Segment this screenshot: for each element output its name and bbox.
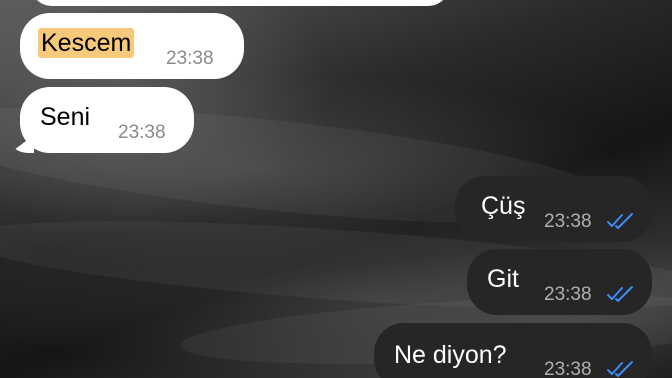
double-check-icon [607, 286, 633, 302]
message-time: 23:38 [118, 122, 166, 143]
message-text: Seni [40, 103, 91, 131]
message-bubble-outgoing[interactable]: Git 23:38 [467, 249, 652, 315]
message-bubble-incoming[interactable]: Kescem 23:38 [20, 13, 244, 79]
message-bubble-partial[interactable] [30, 0, 450, 6]
double-check-icon [607, 213, 633, 229]
message-time: 23:38 [166, 48, 214, 69]
double-check-icon [607, 361, 633, 377]
chat-screen: Kescem 23:38 Seni 23:38 Çüş 23:38 Git 23… [0, 0, 672, 378]
message-text: Ne diyon? [394, 341, 507, 369]
message-bubble-outgoing[interactable]: Ne diyon? 23:38 [374, 323, 652, 378]
message-text: Çüş [481, 192, 526, 220]
message-time: 23:38 [544, 211, 592, 232]
message-bubble-incoming[interactable]: Seni 23:38 [10, 87, 194, 153]
message-bubble-outgoing[interactable]: Çüş 23:38 [455, 176, 652, 242]
message-time: 23:38 [544, 284, 592, 305]
message-text: Git [487, 265, 519, 293]
message-time: 23:38 [544, 359, 592, 378]
message-text: Kescem [38, 28, 135, 58]
